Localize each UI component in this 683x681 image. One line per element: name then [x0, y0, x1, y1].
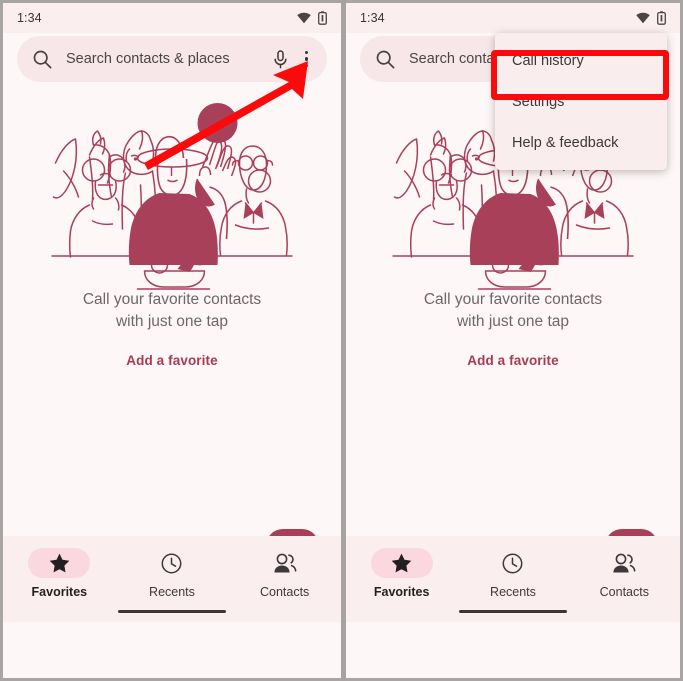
empty-title-line2: with just one tap [115, 313, 228, 331]
nav-item-recents[interactable]: Recents [116, 548, 228, 599]
mic-icon[interactable] [273, 49, 288, 69]
empty-title-line1: Call your favorite contacts [423, 291, 603, 308]
nav-label-recents: Recents [490, 585, 536, 599]
search-bar[interactable]: Search contacts & places [17, 36, 327, 82]
nav-pill-contacts [254, 548, 316, 578]
status-bar: 1:34 [346, 3, 680, 33]
people-icon [274, 553, 297, 572]
clock-icon [162, 553, 182, 573]
bottom-navigation: Favorites Recents Contacts [3, 536, 341, 622]
empty-state-title: Call your favorite contacts with just on… [3, 289, 341, 334]
nav-item-favorites[interactable]: Favorites [4, 548, 116, 599]
nav-pill-recents [482, 548, 544, 578]
add-favorite-link[interactable]: Add a favorite [3, 353, 341, 368]
nav-label-favorites: Favorites [373, 585, 430, 599]
home-indicator[interactable] [118, 609, 226, 613]
nav-label-contacts: Contacts [259, 585, 310, 599]
empty-title-line2: with just one tap [456, 313, 569, 331]
nav-item-contacts[interactable]: Contacts [569, 548, 679, 599]
menu-item-settings[interactable]: Settings [495, 81, 667, 122]
screenshot-stage: 1:34 Search contacts & places Call your … [0, 0, 683, 681]
empty-state-illustration [51, 103, 293, 290]
panel-divider [341, 0, 346, 681]
empty-state-title: Call your favorite contacts with just on… [346, 289, 680, 334]
nav-label-recents: Recents [149, 585, 195, 599]
nav-label-favorites: Favorites [31, 585, 88, 599]
phone-panel-right: 1:34 Search contact Call your favorite c… [346, 3, 680, 678]
nav-item-contacts[interactable]: Contacts [229, 548, 341, 599]
search-icon [33, 50, 52, 68]
wifi-icon [636, 12, 650, 24]
status-clock: 1:34 [17, 11, 42, 25]
search-input[interactable]: Search contacts & places [66, 51, 273, 67]
nav-item-favorites[interactable]: Favorites [347, 548, 457, 599]
favorites-content: Call your favorite contacts with just on… [3, 89, 341, 622]
nav-item-recents[interactable]: Recents [458, 548, 568, 599]
search-bar-container: Search contacts & places [3, 33, 341, 89]
status-icons [636, 11, 666, 25]
battery-icon [657, 11, 666, 25]
bottom-navigation: Favorites Recents Contacts [346, 536, 680, 622]
status-clock: 1:34 [360, 11, 385, 25]
clock-icon [503, 553, 523, 573]
phone-panel-left: 1:34 Search contacts & places Call your … [3, 3, 341, 678]
add-favorite-link[interactable]: Add a favorite [346, 353, 680, 368]
empty-title-line1: Call your favorite contacts [82, 291, 262, 308]
nav-pill-contacts [593, 548, 655, 578]
overflow-menu: Call history Settings Help & feedback [495, 33, 667, 170]
nav-pill-recents [141, 548, 203, 578]
menu-item-help-feedback[interactable]: Help & feedback [495, 122, 667, 163]
nav-label-contacts: Contacts [599, 585, 649, 599]
battery-icon [318, 11, 327, 25]
status-icons [297, 11, 327, 25]
people-icon [613, 553, 636, 572]
wifi-icon [297, 12, 311, 24]
star-icon [49, 553, 70, 573]
nav-pill-favorites [370, 548, 433, 578]
kebab-menu-icon[interactable] [302, 49, 311, 69]
status-bar: 1:34 [3, 3, 341, 33]
search-icon [376, 50, 395, 68]
star-icon [391, 553, 412, 573]
nav-pill-favorites [28, 548, 91, 578]
home-indicator[interactable] [459, 609, 567, 613]
menu-item-call-history[interactable]: Call history [495, 40, 667, 81]
